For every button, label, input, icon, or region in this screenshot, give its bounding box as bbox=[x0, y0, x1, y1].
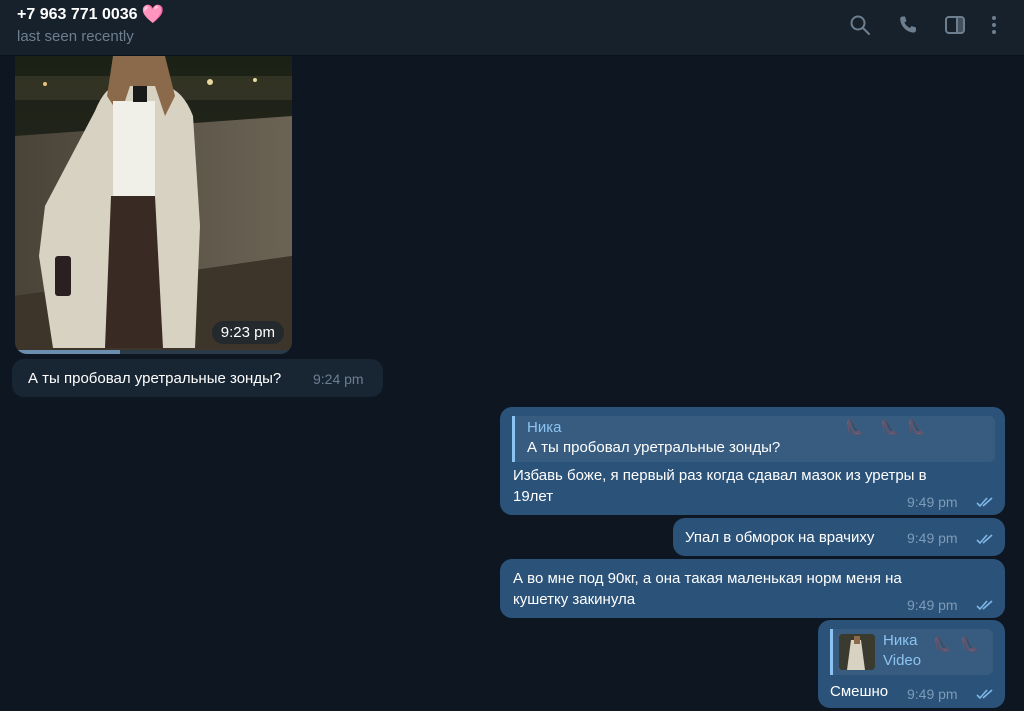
message-time: 9:49 pm bbox=[907, 597, 958, 613]
message-text: Упал в обморок на врачиху bbox=[685, 529, 875, 546]
read-check-icon bbox=[976, 496, 996, 508]
message-text-line-2: кушетку закинула bbox=[513, 591, 636, 608]
outgoing-message[interactable]: Ника Video 👠 👠 Смешно 9:49 pm bbox=[818, 620, 1005, 708]
outgoing-message[interactable]: Ника А ты пробовал уретральные зонды? 👠 … bbox=[500, 407, 1005, 515]
reply-media-type: Video bbox=[883, 652, 922, 669]
message-list[interactable]: 9:23 pm А ты пробовал уретральные зонды?… bbox=[0, 56, 1024, 711]
video-thumbnail bbox=[15, 56, 292, 354]
message-time: 9:24 pm bbox=[313, 371, 364, 387]
video-timestamp: 9:23 pm bbox=[211, 321, 284, 344]
reply-quote[interactable]: Ника А ты пробовал уретральные зонды? 👠 … bbox=[512, 416, 995, 462]
message-text: А ты пробовал уретральные зонды? bbox=[28, 370, 282, 387]
reply-author: Ника bbox=[527, 419, 562, 436]
read-check-icon bbox=[976, 599, 996, 611]
reply-quote[interactable]: Ника Video 👠 👠 bbox=[830, 629, 993, 675]
message-text-line-1: Избавь боже, я первый раз когда сдавал м… bbox=[513, 467, 927, 484]
video-progress-fill bbox=[15, 350, 121, 354]
outgoing-message[interactable]: А во мне под 90кг, а она такая маленькая… bbox=[500, 559, 1005, 618]
chat-header: +7 963 771 0036 🩷 last seen recently bbox=[0, 0, 1024, 56]
read-check-icon bbox=[976, 688, 996, 700]
reply-author: Ника bbox=[883, 632, 918, 649]
sidebar-toggle-icon[interactable] bbox=[943, 13, 967, 37]
incoming-message[interactable]: А ты пробовал уретральные зонды? 9:24 pm bbox=[12, 359, 383, 397]
phone-icon[interactable] bbox=[896, 13, 920, 37]
contact-phone[interactable]: +7 963 771 0036 bbox=[17, 6, 138, 23]
search-icon[interactable] bbox=[848, 13, 872, 37]
message-text-line-2: 19лет bbox=[513, 488, 554, 505]
message-time: 9:49 pm bbox=[907, 494, 958, 510]
last-seen-status: last seen recently bbox=[17, 28, 134, 45]
video-progress-bar bbox=[15, 350, 292, 354]
heels-pattern-icon: 👠 👠 👠 bbox=[845, 419, 927, 436]
contact-name[interactable]: +7 963 771 0036 🩷 bbox=[17, 4, 164, 25]
more-vertical-icon[interactable] bbox=[982, 13, 1006, 37]
message-text-line-1: А во мне под 90кг, а она такая маленькая… bbox=[513, 570, 902, 587]
read-check-icon bbox=[976, 533, 996, 545]
video-message[interactable]: 9:23 pm bbox=[15, 56, 292, 354]
outgoing-message[interactable]: Упал в обморок на врачиху 9:49 pm bbox=[673, 518, 1005, 556]
heels-pattern-icon: 👠 👠 bbox=[933, 636, 979, 653]
message-time: 9:49 pm bbox=[907, 530, 958, 546]
message-time: 9:49 pm bbox=[907, 686, 958, 702]
reply-text: А ты пробовал уретральные зонды? bbox=[527, 439, 781, 456]
message-text: Смешно bbox=[830, 683, 889, 700]
heart-emoji: 🩷 bbox=[141, 4, 164, 24]
reply-video-thumbnail bbox=[839, 634, 875, 670]
